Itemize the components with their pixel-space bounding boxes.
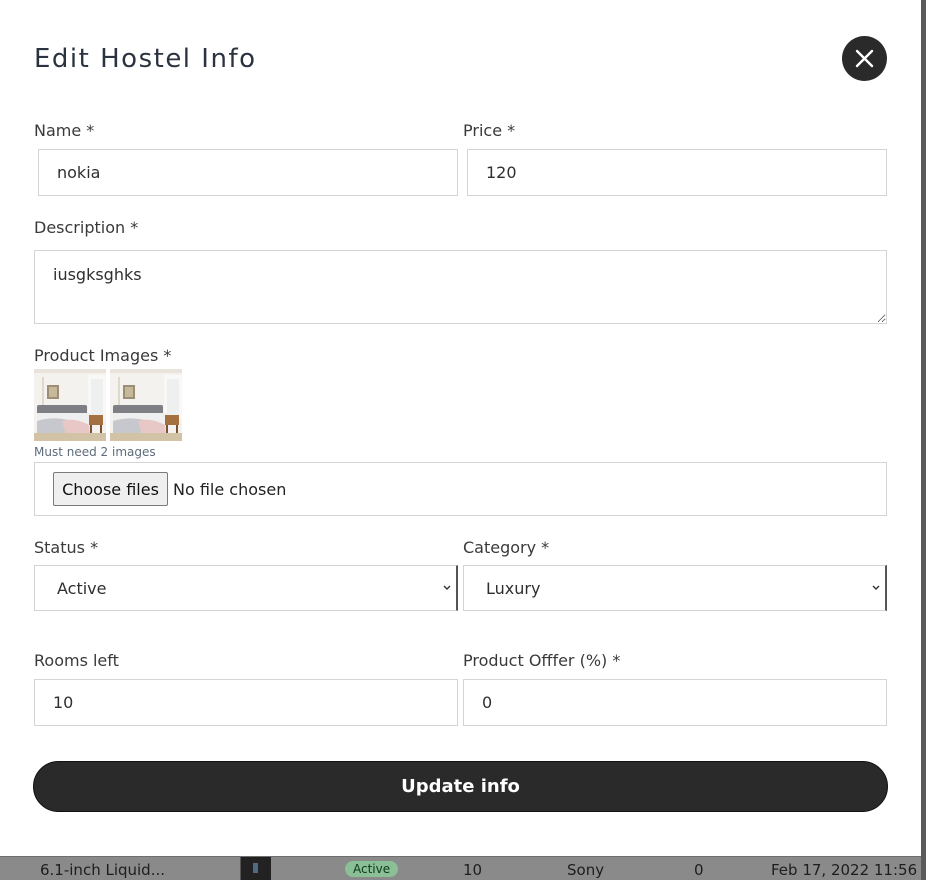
chevron-down-icon (443, 585, 451, 590)
modal-title: Edit Hostel Info (34, 44, 257, 74)
offer-label: Product Offfer (%) * (463, 651, 621, 670)
price-input[interactable] (467, 149, 887, 196)
description-textarea[interactable]: iusgksghks (34, 250, 887, 324)
name-label: Name * (34, 121, 95, 140)
update-info-button[interactable]: Update info (33, 761, 888, 812)
product-image-1 (34, 369, 106, 441)
category-selected-value: Luxury (486, 579, 541, 598)
price-label: Price * (463, 121, 516, 140)
page-scrollbar[interactable] (921, 0, 926, 880)
category-label: Category * (463, 538, 550, 557)
description-label: Description * (34, 218, 139, 237)
chevron-down-icon (872, 585, 880, 590)
bg-date: Feb 17, 2022 11:56 (771, 861, 918, 879)
offer-input[interactable] (463, 679, 887, 726)
choose-files-button[interactable]: Choose files (53, 472, 168, 506)
close-button[interactable] (842, 36, 887, 81)
bg-status-badge: Active (345, 861, 399, 877)
background-table-row: 6.1-inch Liquid... Active 10 Sony 0 Feb … (0, 857, 926, 880)
edit-hostel-modal: Edit Hostel Info Name * Price * Descript… (0, 0, 921, 856)
name-input[interactable] (38, 149, 458, 196)
images-label: Product Images * (34, 346, 172, 365)
file-input[interactable]: Choose files No file chosen (34, 462, 887, 516)
close-icon (855, 49, 874, 68)
bg-rooms: 10 (463, 861, 483, 879)
category-select[interactable]: Luxury (463, 565, 887, 611)
product-image-2 (110, 369, 182, 441)
status-label: Status * (34, 538, 99, 557)
rooms-label: Rooms left (34, 651, 119, 670)
rooms-input[interactable] (34, 679, 458, 726)
bg-offer: 0 (694, 861, 704, 879)
bg-brand: Sony (567, 861, 605, 879)
bg-product-thumbnail (240, 857, 271, 880)
images-hint: Must need 2 images (34, 445, 156, 459)
status-selected-value: Active (57, 579, 107, 598)
page: 6.1-inch Liquid... Active 10 Sony 0 Feb … (0, 0, 926, 880)
status-select[interactable]: Active (34, 565, 458, 611)
bg-product-name: 6.1-inch Liquid... (40, 861, 166, 879)
file-status-text: No file chosen (173, 480, 287, 499)
